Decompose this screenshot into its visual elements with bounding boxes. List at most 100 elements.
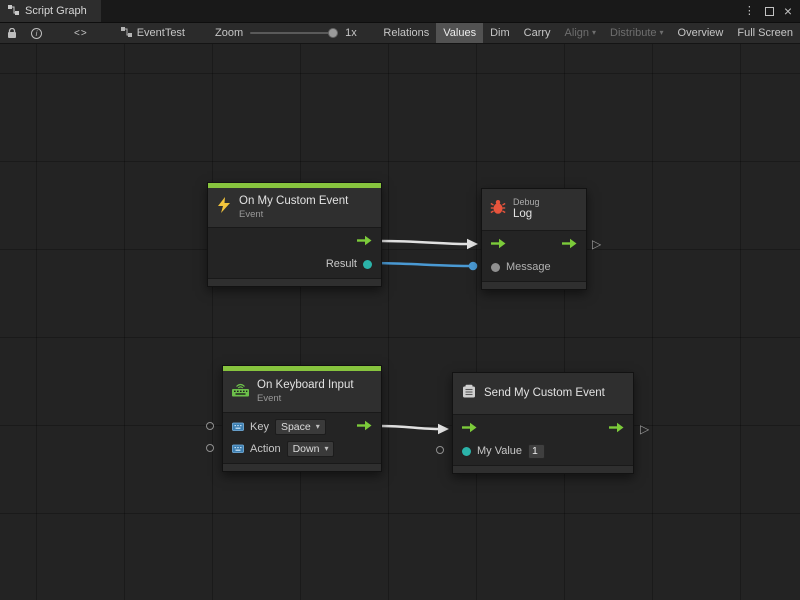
- bug-icon: [490, 199, 506, 220]
- value-output-port[interactable]: [363, 260, 372, 269]
- flow-wire-keyboard-to-send: [381, 426, 438, 429]
- port-label: My Value: [477, 445, 522, 457]
- key-dropdown-value: Space: [281, 421, 311, 433]
- node-body: Result: [208, 228, 381, 278]
- flow-continuation-icon: ▷: [640, 423, 649, 435]
- flow-wire-custom-event-to-log: [381, 241, 467, 244]
- flow-output-port[interactable]: [357, 235, 372, 249]
- graph-asset-icon: [121, 27, 132, 40]
- port-row: [453, 418, 633, 440]
- unconnected-port-indicator[interactable]: [436, 446, 444, 454]
- unconnected-port-indicator[interactable]: [206, 422, 214, 430]
- port-label: Message: [506, 261, 551, 273]
- dropdown-caret-icon: ▾: [316, 423, 320, 431]
- graph-toolbar: i <> EventTest Zoom 1x Relations Values …: [0, 22, 800, 44]
- script-graph-icon: [8, 5, 19, 18]
- node-footer: [482, 281, 586, 289]
- toolbar-button-dim[interactable]: Dim: [483, 23, 517, 43]
- zoom-slider[interactable]: [250, 32, 338, 34]
- port-row: Message: [482, 256, 586, 278]
- zoom-label: Zoom: [215, 27, 243, 39]
- flow-wire-arrowhead: [467, 239, 478, 249]
- code-view-icon[interactable]: <>: [67, 23, 95, 43]
- button-label: Align: [565, 27, 589, 39]
- maximize-icon[interactable]: [765, 7, 774, 16]
- tab-script-graph[interactable]: Script Graph: [0, 0, 101, 22]
- button-label: Overview: [678, 27, 724, 39]
- node-body: Message: [482, 231, 586, 281]
- toolbar-buttons: Relations Values Dim Carry Align▾ Distri…: [376, 23, 800, 43]
- toolbar-button-relations[interactable]: Relations: [376, 23, 436, 43]
- node-header: On Keyboard Input Event: [223, 371, 381, 413]
- button-label: Distribute: [610, 27, 656, 39]
- node-footer: [223, 463, 381, 471]
- zoom-control: Zoom 1x: [215, 23, 357, 43]
- node-subtitle: Event: [239, 209, 348, 220]
- node-footer: [453, 465, 633, 473]
- tab-title: Script Graph: [25, 5, 87, 17]
- unconnected-port-indicator[interactable]: [206, 444, 214, 452]
- node-body: My Value: [453, 415, 633, 465]
- value-wire-result-to-message: [368, 263, 473, 266]
- zoom-value: 1x: [345, 27, 357, 39]
- toolbar-button-distribute[interactable]: Distribute▾: [603, 23, 670, 43]
- toolbar-button-align[interactable]: Align▾: [558, 23, 603, 43]
- key-dropdown[interactable]: Space ▾: [275, 419, 326, 435]
- flow-output-port[interactable]: [609, 422, 624, 436]
- node-footer: [208, 278, 381, 286]
- action-dropdown[interactable]: Down ▾: [287, 441, 335, 457]
- toolbar-button-overview[interactable]: Overview: [671, 23, 731, 43]
- close-icon[interactable]: ×: [784, 4, 792, 18]
- graph-name: EventTest: [137, 27, 185, 39]
- port-row: [482, 234, 586, 256]
- connection-wires: [0, 44, 800, 600]
- node-on-my-custom-event[interactable]: On My Custom Event Event Result: [207, 182, 382, 287]
- flow-wire-arrowhead: [438, 424, 449, 434]
- flow-continuation-icon: ▷: [592, 238, 601, 250]
- node-title: On My Custom Event: [239, 195, 348, 209]
- value-input-port[interactable]: [462, 447, 471, 456]
- custom-event-icon: [461, 384, 477, 404]
- flow-output-port[interactable]: [562, 238, 577, 252]
- lightning-bolt-icon: [216, 197, 232, 218]
- button-label: Values: [443, 27, 476, 39]
- toolbar-button-carry[interactable]: Carry: [517, 23, 558, 43]
- window-titlebar: Script Graph ⋮ ×: [0, 0, 800, 22]
- port-row: My Value: [453, 440, 633, 462]
- flow-input-port[interactable]: [462, 422, 477, 436]
- toolbar-button-fullscreen[interactable]: Full Screen: [730, 23, 800, 43]
- node-on-keyboard-input[interactable]: On Keyboard Input Event Key Space ▾: [222, 365, 382, 472]
- button-label: Full Screen: [737, 27, 793, 39]
- node-debug-log[interactable]: Debug Log Message: [481, 188, 587, 290]
- value-input-port[interactable]: [491, 263, 500, 272]
- info-icon[interactable]: i: [24, 23, 49, 43]
- my-value-input[interactable]: [528, 444, 545, 459]
- graph-canvas[interactable]: On My Custom Event Event Result: [0, 44, 800, 600]
- action-dropdown-value: Down: [293, 443, 320, 455]
- button-label: Relations: [383, 27, 429, 39]
- window-menu-icon[interactable]: ⋮: [744, 6, 755, 17]
- node-header: Debug Log: [482, 189, 586, 231]
- port-row: Result: [208, 253, 381, 275]
- info-letter: i: [36, 29, 38, 38]
- code-glyph: <>: [74, 28, 88, 39]
- lock-icon[interactable]: [0, 23, 24, 43]
- node-header: Send My Custom Event: [453, 373, 633, 415]
- button-label: Dim: [490, 27, 510, 39]
- node-body: Key Space ▾ Action Down ▾: [223, 413, 381, 463]
- node-title: Send My Custom Event: [484, 387, 605, 401]
- node-title: On Keyboard Input: [257, 379, 354, 393]
- port-row: Key Space ▾: [223, 416, 381, 438]
- zoom-slider-knob[interactable]: [328, 28, 338, 38]
- port-label: Action: [250, 443, 281, 455]
- dropdown-caret-icon: ▾: [592, 29, 596, 37]
- node-title: Log: [513, 208, 540, 222]
- button-label: Carry: [524, 27, 551, 39]
- graph-breadcrumb[interactable]: EventTest: [121, 23, 185, 43]
- flow-output-port[interactable]: [357, 420, 372, 434]
- port-label: Key: [250, 421, 269, 433]
- toolbar-button-values[interactable]: Values: [436, 23, 483, 43]
- node-subtitle: Event: [257, 393, 354, 404]
- flow-input-port[interactable]: [491, 238, 506, 252]
- node-send-my-custom-event[interactable]: Send My Custom Event My Value: [452, 372, 634, 474]
